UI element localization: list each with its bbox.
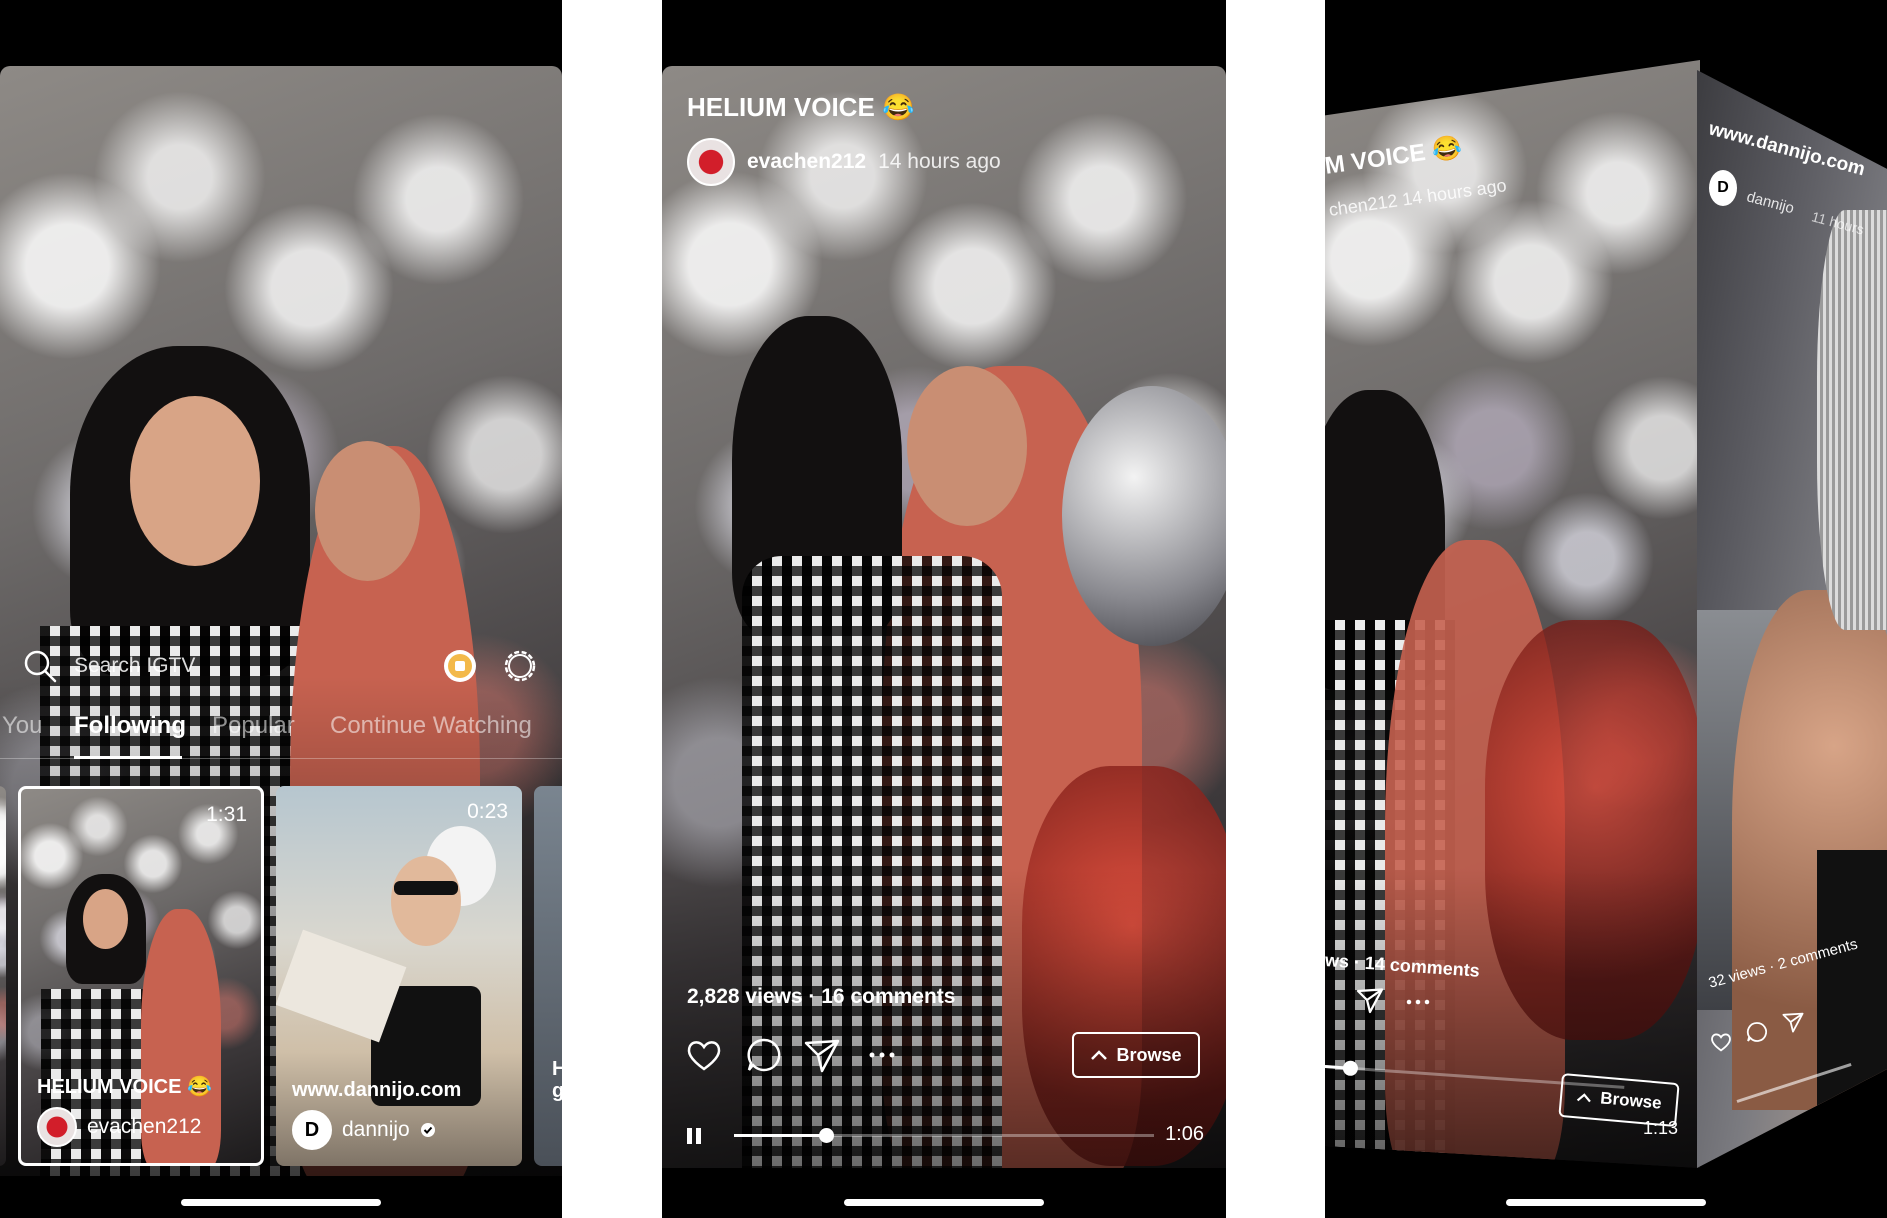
tab-following[interactable]: Following xyxy=(74,712,186,740)
search-icon xyxy=(24,650,57,683)
video-title: HELIUM VOICE 😂 xyxy=(687,92,915,122)
settings-gear-icon[interactable] xyxy=(502,648,538,684)
chevron-up-icon xyxy=(1091,1050,1108,1060)
browse-label: Browse xyxy=(1116,1044,1182,1065)
share-direct-icon[interactable] xyxy=(1355,985,1385,1015)
progress-scrubber[interactable] xyxy=(819,1128,835,1143)
category-tabs: You Following Popular Continue Watching xyxy=(0,712,562,760)
video-thumbnail-helium-voice[interactable]: 1:31 HELIUM VOICE 😂 evachen212 xyxy=(18,786,264,1166)
next-video-face[interactable]: www.dannijo.com D dannijo 11 hours 32 vi… xyxy=(1697,70,1887,1168)
video-duration: 1:31 xyxy=(206,803,247,826)
progress-fill xyxy=(734,1134,827,1137)
home-indicator[interactable] xyxy=(181,1199,381,1206)
video-author-row[interactable]: evachen212 14 hours ago xyxy=(687,138,1001,186)
username: evachen212 xyxy=(87,1115,202,1138)
playback-time: 1:06 xyxy=(1165,1123,1204,1145)
browse-label: Browse xyxy=(1599,1088,1663,1113)
video-title: www.dannijo.com xyxy=(292,1079,462,1101)
video-owner: evachen212 xyxy=(37,1107,201,1147)
video-thumbnail-partial[interactable]: H g xyxy=(534,786,562,1166)
profile-avatar-icon[interactable] xyxy=(442,648,478,684)
more-options-icon[interactable] xyxy=(1403,992,1433,1012)
sunglasses xyxy=(394,881,458,895)
like-heart-icon[interactable] xyxy=(684,1035,724,1075)
tab-popular[interactable]: Popular xyxy=(212,712,295,740)
playback-time: 1:13 xyxy=(1643,1118,1679,1138)
verified-badge-icon xyxy=(420,1123,435,1137)
sparkle-hair xyxy=(1817,210,1887,630)
video-duration: 0:23 xyxy=(467,800,508,823)
dress xyxy=(1817,850,1887,1150)
tabs-divider xyxy=(0,758,562,759)
video-person-face xyxy=(315,441,420,581)
igtv-browse-screen: Search IGTV You Following Popular Contin… xyxy=(0,0,562,1218)
tab-you[interactable]: You xyxy=(2,712,43,740)
video-title: HELIUM VOICE 😂 xyxy=(37,1076,212,1098)
progress-track[interactable] xyxy=(734,1128,1154,1143)
dannijo-logo-icon: D xyxy=(292,1110,332,1150)
playback-controls: 1:06 xyxy=(684,1120,1204,1152)
video-owner: D dannijo xyxy=(292,1110,436,1150)
browse-button[interactable]: Browse xyxy=(1072,1032,1200,1078)
avatar[interactable] xyxy=(687,138,735,186)
home-indicator[interactable] xyxy=(1506,1199,1706,1206)
like-heart-icon[interactable] xyxy=(1709,1030,1733,1054)
video-thumbnail-partial[interactable] xyxy=(0,786,6,1166)
search-input[interactable]: Search IGTV xyxy=(74,654,195,678)
share-direct-icon[interactable] xyxy=(802,1035,842,1075)
share-direct-icon[interactable] xyxy=(1781,1010,1805,1034)
chevron-up-icon xyxy=(1577,1092,1592,1102)
comment-icon[interactable] xyxy=(1745,1020,1769,1044)
home-indicator[interactable] xyxy=(844,1199,1044,1206)
video-stats[interactable]: 2,828 views · 16 comments xyxy=(687,985,955,1009)
username[interactable]: evachen212 xyxy=(747,150,866,174)
pause-icon[interactable] xyxy=(684,1126,704,1146)
avatar xyxy=(37,1107,77,1147)
video-title: H g xyxy=(552,1058,562,1102)
post-time: 14 hours ago xyxy=(878,150,1001,173)
dannijo-logo-icon: D xyxy=(1709,170,1737,206)
igtv-swipe-transition-screen: M VOICE 😂 chen212 14 hours ago ws · 14 c… xyxy=(1325,0,1887,1218)
comment-icon[interactable] xyxy=(744,1035,784,1075)
tab-continue-watching[interactable]: Continue Watching xyxy=(330,712,532,740)
video-author: chen212 14 hours ago xyxy=(1327,175,1508,220)
video-person-face xyxy=(130,396,260,566)
username: dannijo xyxy=(1744,188,1796,218)
video-title: M VOICE 😂 xyxy=(1325,133,1464,180)
current-video-face[interactable]: M VOICE 😂 chen212 14 hours ago ws · 14 c… xyxy=(1325,60,1700,1168)
username: dannijo xyxy=(342,1118,410,1141)
igtv-video-player-screen: HELIUM VOICE 😂 evachen212 14 hours ago 2… xyxy=(662,0,1226,1218)
more-options-icon[interactable] xyxy=(862,1035,902,1075)
video-thumbnail-dannijo[interactable]: 0:23 www.dannijo.com D dannijo xyxy=(276,786,522,1166)
